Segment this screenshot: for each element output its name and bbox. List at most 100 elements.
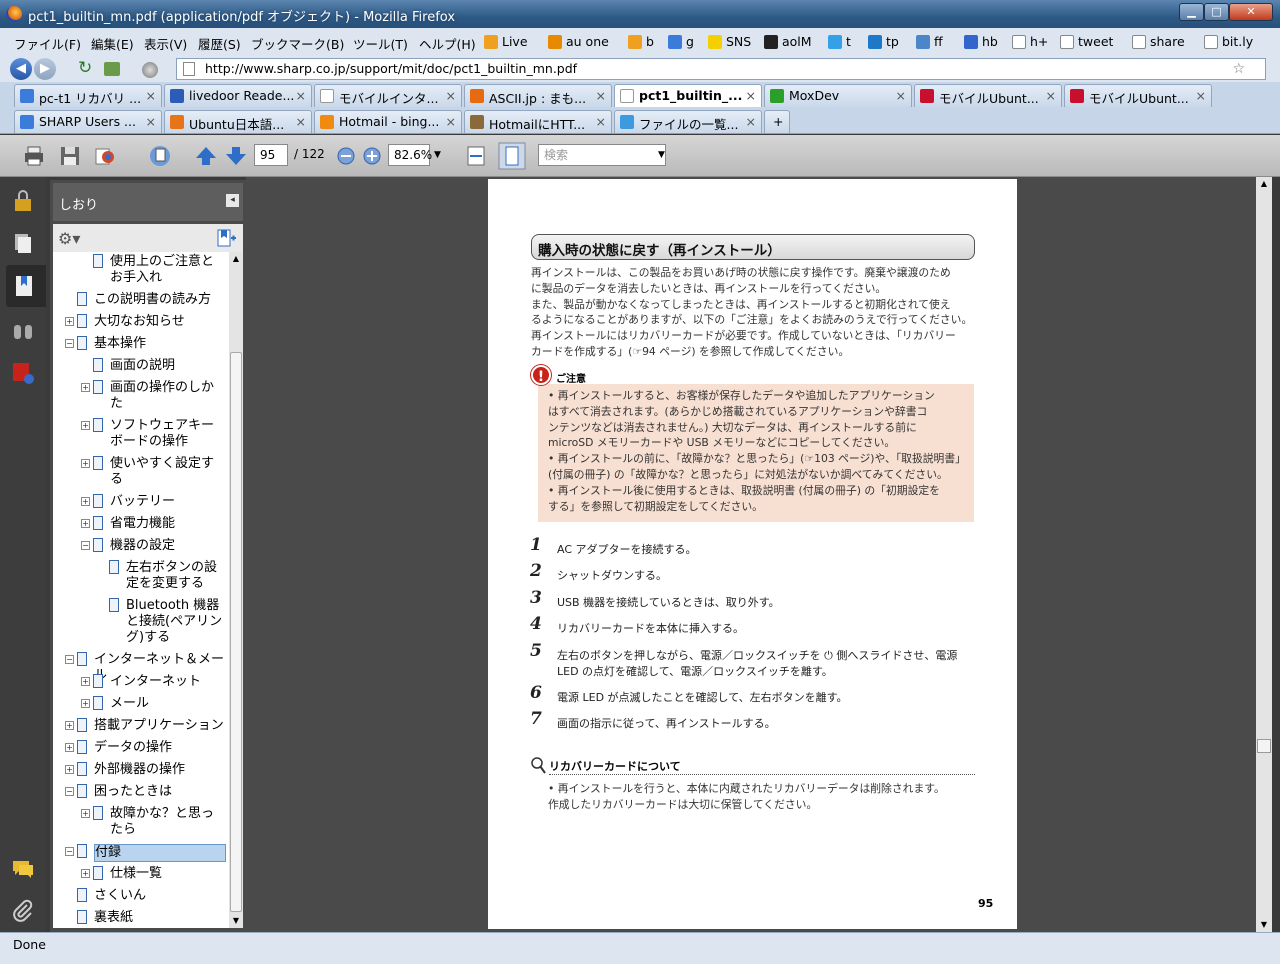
bookmark-item[interactable]: share bbox=[1132, 34, 1185, 49]
star-icon[interactable]: ☆ bbox=[1232, 59, 1245, 79]
bookmark-item[interactable]: ff bbox=[916, 34, 943, 49]
bookmarks-tab-active[interactable] bbox=[6, 265, 46, 307]
previous-page-icon[interactable] bbox=[194, 144, 218, 168]
tab-close-icon[interactable]: × bbox=[746, 88, 756, 103]
pdf-properties-icon[interactable] bbox=[11, 361, 35, 385]
zoom-input[interactable]: 82.6% bbox=[388, 144, 432, 166]
tab-close-icon[interactable]: × bbox=[746, 114, 756, 129]
collapse-icon[interactable]: − bbox=[65, 339, 74, 348]
tab[interactable]: livedoor Reade... × bbox=[164, 84, 312, 107]
menu-file[interactable]: ファイル(F) bbox=[14, 34, 81, 53]
expand-icon[interactable]: + bbox=[81, 519, 90, 528]
viewer-scroll-up-icon[interactable]: ▲ bbox=[1256, 177, 1272, 191]
tab[interactable]: pc-t1 リカバリ ... × bbox=[14, 84, 162, 107]
options-gear-icon[interactable]: ⚙▾ bbox=[58, 229, 80, 248]
minimize-button[interactable]: ▁ bbox=[1179, 3, 1204, 21]
collapse-icon[interactable]: − bbox=[81, 541, 90, 550]
tab-close-icon[interactable]: × bbox=[296, 114, 306, 129]
forward-button[interactable]: ▶ bbox=[34, 58, 56, 80]
tab[interactable]: Ubuntu日本語... × bbox=[164, 110, 312, 133]
bookmarks-scrollbar[interactable]: ▲ ▼ bbox=[229, 252, 243, 928]
viewer-scroll-down-icon[interactable]: ▼ bbox=[1256, 918, 1272, 932]
tab-close-icon[interactable]: × bbox=[596, 114, 606, 129]
tab-close-icon[interactable]: × bbox=[596, 88, 606, 103]
viewer-scrollbar-thumb[interactable] bbox=[1257, 739, 1271, 753]
search-dropdown-icon[interactable]: ▼ bbox=[658, 150, 665, 160]
pdf-viewer[interactable]: 購入時の状態に戻す（再インストール） 再インストールは、この製品をお買いあげ時の… bbox=[246, 177, 1256, 932]
collapse-icon[interactable]: − bbox=[65, 847, 74, 856]
scroll-up-icon[interactable]: ▲ bbox=[229, 252, 243, 266]
tab[interactable]: SHARP Users ... × bbox=[14, 110, 162, 133]
binoculars-icon[interactable] bbox=[11, 319, 35, 343]
bookmark-item[interactable]: tweet bbox=[1060, 34, 1113, 49]
tab[interactable]: ASCII.jp : まも... × bbox=[464, 84, 612, 107]
scroll-down-icon[interactable]: ▼ bbox=[229, 914, 243, 928]
search-input[interactable]: 検索 bbox=[538, 144, 666, 166]
tab-close-icon[interactable]: × bbox=[146, 88, 156, 103]
zoom-dropdown-icon[interactable]: ▼ bbox=[434, 150, 441, 160]
expand-icon[interactable]: + bbox=[65, 743, 74, 752]
bookmark-item[interactable]: SNS bbox=[708, 34, 751, 49]
collaborate-icon[interactable] bbox=[148, 144, 172, 168]
bookmark-item[interactable]: bit.ly bbox=[1204, 34, 1253, 49]
attachments-icon[interactable] bbox=[11, 899, 35, 923]
maximize-button[interactable]: □ bbox=[1204, 3, 1229, 21]
tab-close-icon[interactable]: × bbox=[446, 114, 456, 129]
tab[interactable]: モバイルUbunt... × bbox=[914, 84, 1062, 107]
tab-close-icon[interactable]: × bbox=[296, 88, 306, 103]
bookmark-item[interactable]: b bbox=[628, 34, 654, 49]
zoom-out-icon[interactable] bbox=[336, 146, 356, 166]
expand-icon[interactable]: + bbox=[81, 809, 90, 818]
expand-icon[interactable]: + bbox=[65, 765, 74, 774]
collapse-icon[interactable]: − bbox=[65, 655, 74, 664]
bookmark-item[interactable]: tp bbox=[868, 34, 899, 49]
bookmark-item[interactable]: aolM bbox=[764, 34, 812, 49]
zoom-in-icon[interactable] bbox=[362, 146, 382, 166]
menu-help[interactable]: ヘルプ(H) bbox=[419, 34, 476, 53]
tab[interactable]: モバイルインタ... × bbox=[314, 84, 462, 107]
url-bar[interactable]: http://www.sharp.co.jp/support/mit/doc/p… bbox=[176, 58, 1266, 80]
close-window-button[interactable]: ✕ bbox=[1229, 3, 1273, 21]
bookmark-item[interactable]: g bbox=[668, 34, 694, 49]
scrollbar-thumb[interactable] bbox=[230, 352, 242, 912]
collapse-panel-button[interactable]: ◂ bbox=[226, 194, 239, 207]
pages-icon[interactable] bbox=[11, 231, 35, 255]
menu-view[interactable]: 表示(V) bbox=[144, 34, 187, 53]
new-tab-button[interactable]: + bbox=[764, 110, 790, 133]
expand-icon[interactable]: + bbox=[65, 721, 74, 730]
print-icon[interactable] bbox=[22, 144, 46, 168]
bookmark-item[interactable]: t bbox=[828, 34, 851, 49]
tab[interactable]: Hotmail - bing... × bbox=[314, 110, 462, 133]
bookmark-item[interactable]: h+ bbox=[1012, 34, 1048, 49]
menu-edit[interactable]: 編集(E) bbox=[91, 34, 134, 53]
tab[interactable]: ファイルの一覧... × bbox=[614, 110, 762, 133]
menu-history[interactable]: 履歴(S) bbox=[198, 34, 241, 53]
tab-close-icon[interactable]: × bbox=[1196, 88, 1206, 103]
lock-icon[interactable] bbox=[11, 189, 35, 213]
bookmark-item[interactable]: hb bbox=[964, 34, 998, 49]
fit-width-icon[interactable] bbox=[464, 144, 488, 168]
globe-icon[interactable] bbox=[142, 62, 158, 78]
menu-tools[interactable]: ツール(T) bbox=[353, 34, 408, 53]
tab[interactable]: MoxDev × bbox=[764, 84, 912, 107]
expand-icon[interactable]: + bbox=[65, 317, 74, 326]
expand-icon[interactable]: + bbox=[81, 677, 90, 686]
tab-close-icon[interactable]: × bbox=[1046, 88, 1056, 103]
new-bookmark-icon[interactable] bbox=[217, 229, 237, 247]
page-number-input[interactable]: 95 bbox=[254, 144, 288, 166]
share-icon[interactable] bbox=[94, 144, 118, 168]
expand-icon[interactable]: + bbox=[81, 497, 90, 506]
expand-icon[interactable]: + bbox=[81, 699, 90, 708]
expand-icon[interactable]: + bbox=[81, 421, 90, 430]
expand-icon[interactable]: + bbox=[81, 383, 90, 392]
fit-page-icon[interactable] bbox=[498, 142, 526, 170]
comments-icon[interactable] bbox=[11, 857, 35, 881]
collapse-icon[interactable]: − bbox=[65, 787, 74, 796]
tab[interactable]: モバイルUbunt... × bbox=[1064, 84, 1212, 107]
menu-bookmarks[interactable]: ブックマーク(B) bbox=[251, 34, 344, 53]
tab-close-icon[interactable]: × bbox=[896, 88, 906, 103]
bookmark-item[interactable]: Live bbox=[484, 34, 528, 49]
viewer-scrollbar[interactable]: ▲ ▼ bbox=[1256, 177, 1272, 932]
back-button[interactable]: ◀ bbox=[10, 58, 32, 80]
tab[interactable]: HotmailにHTT... × bbox=[464, 110, 612, 133]
